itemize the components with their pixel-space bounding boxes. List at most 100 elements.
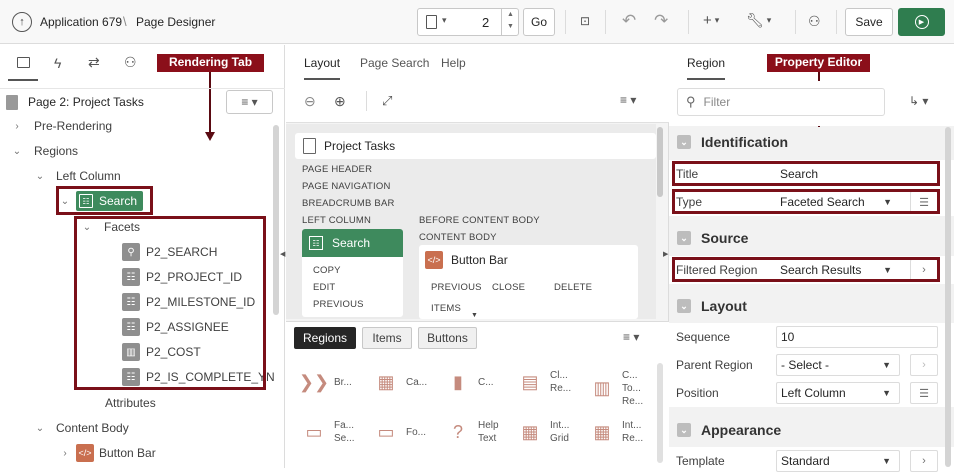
zoom-out-icon[interactable]: ⊖ bbox=[304, 93, 316, 110]
tab-page-search[interactable]: Page Search bbox=[360, 56, 429, 70]
go-to-group-icon[interactable]: ↳ ▾ bbox=[909, 94, 928, 108]
column-toggle-report-icon: ▥ bbox=[593, 378, 611, 398]
faceted-search-icon: ▭ bbox=[305, 421, 323, 442]
chevron-right-icon[interactable]: › bbox=[910, 450, 938, 472]
search-node-highlight bbox=[56, 186, 153, 215]
shared-components-icon[interactable]: ⚇ bbox=[808, 13, 821, 30]
gallery-tab-buttons[interactable]: Buttons bbox=[418, 327, 477, 349]
page-icon bbox=[426, 15, 437, 29]
utilities-wrench-icon[interactable]: 🔧︎ ▾ bbox=[746, 12, 771, 29]
gallery-item[interactable]: ▦ Int... Grid bbox=[516, 419, 569, 445]
sequence-input[interactable]: 10 bbox=[776, 326, 938, 348]
gallery-label-line: C... bbox=[622, 370, 638, 381]
save-button[interactable]: Save bbox=[845, 8, 893, 36]
position-select[interactable]: Left Column ▼ bbox=[776, 382, 900, 404]
gallery-menu-icon[interactable]: ≡ ▾ bbox=[623, 330, 639, 344]
gallery-item[interactable]: ▥ C... To... Re... bbox=[588, 369, 643, 408]
tree-pre-rendering[interactable]: › Pre-Rendering bbox=[12, 116, 112, 136]
layout-page-title-bar[interactable]: Project Tasks bbox=[295, 133, 656, 159]
zoom-in-icon[interactable]: ⊕ bbox=[334, 93, 346, 110]
gallery-item-label: Int... Re... bbox=[622, 419, 643, 445]
tree-left-column[interactable]: ⌄ Left Column bbox=[35, 166, 121, 186]
gallery-tab-regions[interactable]: Regions bbox=[294, 327, 356, 349]
gallery-item[interactable]: ▦ Int... Re... bbox=[588, 419, 643, 445]
section-identification[interactable]: ⌄ Identification bbox=[669, 127, 954, 157]
gallery-item[interactable]: ▭ Fo... bbox=[372, 419, 426, 445]
property-editor-pane: Region Property Editor ⚲ Filter ↳ ▾ ⌄ Ide… bbox=[669, 45, 954, 475]
template-select[interactable]: Standard ▼ bbox=[776, 450, 900, 472]
search-icon: ⚲ bbox=[686, 94, 696, 109]
top-toolbar: ↑ Application 679 \ Page Designer ▾ 2 ▲ ▼… bbox=[0, 0, 954, 44]
toolbar-divider bbox=[795, 10, 796, 34]
splitter-arrow-icon[interactable]: ▼ bbox=[471, 312, 478, 319]
middle-pane: Layout Page Search Help ⊖ ⊕ ⤢ ≡ ▾ Projec… bbox=[286, 45, 669, 468]
shared-components-tab-icon[interactable]: ⚇ bbox=[124, 54, 137, 71]
chevron-right-icon: › bbox=[63, 447, 67, 459]
right-splitter-arrow-icon[interactable]: ▶ bbox=[663, 250, 668, 258]
gallery-item[interactable]: ❯❯ Br... bbox=[298, 369, 352, 395]
prop-parent-region: Parent Region - Select - ▼ › bbox=[669, 351, 954, 379]
chevron-right-icon: › bbox=[15, 120, 19, 132]
gallery-tab-items[interactable]: Items bbox=[362, 327, 412, 349]
tree-menu-button[interactable]: ≡ ▾ bbox=[226, 90, 273, 114]
middle-scrollbar[interactable] bbox=[657, 127, 663, 197]
collapse-icon: ⌄ bbox=[677, 299, 691, 313]
section-source[interactable]: ⌄ Source bbox=[669, 223, 954, 253]
run-page-button[interactable]: ▶ bbox=[898, 8, 945, 36]
gallery-label-line: Ca... bbox=[406, 376, 428, 388]
tab-help[interactable]: Help bbox=[441, 56, 466, 70]
section-layout[interactable]: ⌄ Layout bbox=[669, 291, 954, 321]
position-list-icon[interactable]: ☰ bbox=[910, 382, 938, 404]
lock-icon[interactable]: ⊡ bbox=[578, 14, 592, 28]
gallery-label-line: Int... bbox=[622, 420, 642, 431]
layout-menu-icon[interactable]: ≡ ▾ bbox=[620, 93, 636, 107]
prop-label: Position bbox=[676, 386, 719, 400]
stepper-icon[interactable]: ▲ ▼ bbox=[501, 9, 519, 35]
layout-label: PAGE NAVIGATION bbox=[302, 181, 391, 192]
chevron-right-icon[interactable]: › bbox=[910, 354, 938, 376]
gallery-label-line: Se... bbox=[334, 433, 355, 444]
tab-region[interactable]: Region bbox=[687, 56, 726, 80]
right-scrollbar[interactable] bbox=[945, 127, 951, 467]
gallery-item[interactable]: ▭ Fa... Se... bbox=[300, 419, 355, 445]
expand-icon[interactable]: ⤢ bbox=[382, 93, 392, 109]
dynamic-actions-lightning-icon[interactable]: ϟ bbox=[54, 55, 61, 71]
redo-icon[interactable]: ↷ bbox=[654, 11, 668, 31]
go-button[interactable]: Go bbox=[523, 8, 555, 36]
chevron-down-icon: ▼ bbox=[882, 388, 891, 398]
items-label: ITEMS bbox=[431, 303, 462, 314]
tree-attributes[interactable]: Attributes bbox=[105, 393, 156, 413]
left-splitter-arrow-icon[interactable]: ◀ bbox=[280, 250, 285, 258]
collapse-icon: ⌄ bbox=[677, 135, 691, 149]
up-arrow-icon[interactable]: ↑ bbox=[12, 12, 32, 32]
tree-regions[interactable]: ⌄ Regions bbox=[12, 141, 78, 161]
left-scrollbar[interactable] bbox=[273, 125, 279, 315]
processing-icon[interactable]: ⇄ bbox=[88, 54, 100, 71]
left-pane: ϟ ⇄ ⚇ Rendering Tab Page 2: Project Task… bbox=[0, 45, 285, 468]
gallery-item[interactable]: ▦ Ca... bbox=[372, 369, 427, 395]
tab-layout[interactable]: Layout bbox=[304, 56, 341, 80]
breadcrumb-icon: ❯❯ bbox=[298, 371, 330, 392]
gallery-scrollbar[interactable] bbox=[657, 363, 663, 463]
tree-content-body[interactable]: ⌄ Content Body bbox=[35, 418, 129, 438]
calendar-icon: ▦ bbox=[377, 371, 395, 392]
layout-label: CONTENT BODY bbox=[419, 232, 497, 243]
gallery-label-line: Cl... bbox=[550, 370, 568, 381]
tree-button-bar[interactable]: › </> Button Bar bbox=[60, 443, 156, 463]
layout-page-title: Project Tasks bbox=[324, 139, 396, 153]
page-selector[interactable]: ▾ 2 ▲ ▼ bbox=[417, 8, 519, 36]
section-appearance[interactable]: ⌄ Appearance bbox=[669, 415, 954, 445]
rendering-tab[interactable] bbox=[8, 45, 38, 81]
filter-input[interactable]: ⚲ Filter bbox=[677, 88, 885, 116]
parent-region-select[interactable]: - Select - ▼ bbox=[776, 354, 900, 376]
gallery-label-line: Re... bbox=[622, 433, 644, 444]
page-number-input[interactable]: 2 bbox=[482, 15, 489, 30]
gallery-item[interactable]: ? Help Text bbox=[444, 419, 499, 445]
rendering-tab-callout: Rendering Tab bbox=[157, 54, 264, 72]
interactive-grid-icon: ▦ bbox=[521, 421, 539, 442]
undo-icon[interactable]: ↶ bbox=[622, 11, 636, 31]
gallery-item[interactable]: ▤ Cl... Re... bbox=[516, 369, 571, 395]
app-breadcrumb[interactable]: Application 679 bbox=[40, 15, 122, 29]
gallery-item[interactable]: ▮ C... bbox=[444, 369, 494, 395]
create-menu-icon[interactable]: + ▾ bbox=[703, 12, 719, 29]
